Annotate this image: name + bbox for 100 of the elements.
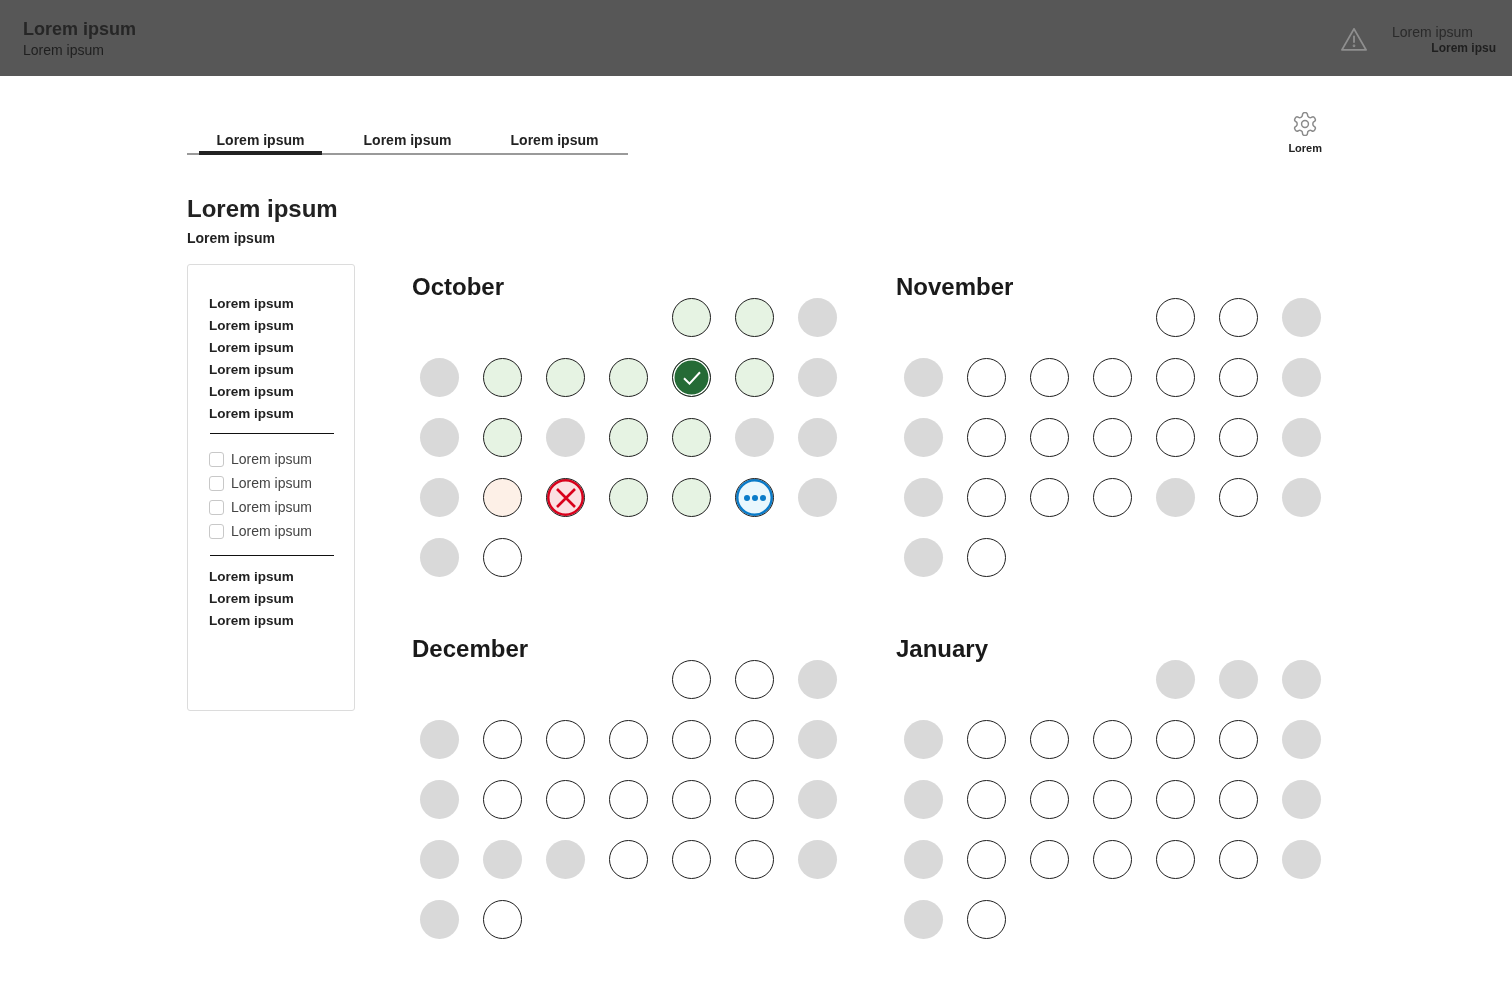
day-button[interactable] — [672, 840, 711, 879]
day-button[interactable] — [967, 418, 1006, 457]
day-button[interactable] — [609, 840, 648, 879]
app-subtitle: Lorem ipsum — [23, 41, 104, 60]
day-button[interactable] — [1156, 418, 1195, 457]
checkbox[interactable] — [209, 499, 224, 515]
day-button[interactable] — [1030, 720, 1069, 759]
unavailable-day — [904, 900, 943, 939]
sidebar-link[interactable]: Lorem ipsum — [209, 566, 294, 588]
checkbox-label[interactable]: Lorem ipsum — [231, 521, 312, 541]
day-button[interactable] — [735, 780, 774, 819]
day-button[interactable] — [735, 840, 774, 879]
day-button[interactable] — [1156, 720, 1195, 759]
day-button[interactable] — [609, 780, 648, 819]
day-button[interactable] — [1219, 780, 1258, 819]
checkbox[interactable] — [209, 475, 224, 491]
unavailable-day — [420, 538, 459, 577]
day-button[interactable] — [1156, 358, 1195, 397]
day-button[interactable] — [483, 720, 522, 759]
day-button[interactable] — [967, 780, 1006, 819]
day-button[interactable] — [1030, 780, 1069, 819]
sidebar-link[interactable]: Lorem ipsum — [209, 610, 294, 632]
day-button[interactable] — [967, 900, 1006, 939]
day-button[interactable] — [483, 478, 522, 517]
day-button[interactable] — [967, 478, 1006, 517]
day-button[interactable] — [1219, 298, 1258, 337]
unavailable-day — [1282, 418, 1321, 457]
sidebar-link[interactable]: Lorem ipsum — [209, 337, 294, 359]
day-button[interactable] — [672, 478, 711, 517]
day-button[interactable] — [967, 840, 1006, 879]
checkbox[interactable] — [209, 523, 224, 539]
day-button[interactable] — [672, 660, 711, 699]
sidebar-link[interactable]: Lorem ipsum — [209, 359, 294, 381]
day-button[interactable] — [735, 298, 774, 337]
sidebar-link[interactable]: Lorem ipsum — [209, 588, 294, 610]
day-button[interactable] — [483, 358, 522, 397]
day-button[interactable] — [609, 478, 648, 517]
day-button[interactable] — [1156, 840, 1195, 879]
day-button[interactable] — [672, 298, 711, 337]
sidebar-link[interactable]: Lorem ipsum — [209, 381, 294, 403]
checkbox-label[interactable]: Lorem ipsum — [231, 473, 312, 493]
day-button[interactable] — [967, 538, 1006, 577]
day-button[interactable] — [1219, 358, 1258, 397]
day-button[interactable] — [735, 660, 774, 699]
day-button[interactable] — [1093, 840, 1132, 879]
day-button[interactable] — [1219, 720, 1258, 759]
day-button[interactable] — [967, 358, 1006, 397]
sidebar-link[interactable]: Lorem ipsum — [209, 293, 294, 315]
day-button[interactable] — [1093, 478, 1132, 517]
unavailable-day — [1282, 720, 1321, 759]
day-button[interactable] — [546, 780, 585, 819]
day-button[interactable] — [546, 358, 585, 397]
checkbox-label[interactable]: Lorem ipsum — [231, 449, 312, 469]
checkbox[interactable] — [209, 451, 224, 467]
day-button[interactable] — [1093, 358, 1132, 397]
sidebar-link[interactable]: Lorem ipsum — [209, 403, 294, 425]
unavailable-day — [420, 418, 459, 457]
sidebar-link[interactable]: Lorem ipsum — [209, 315, 294, 337]
day-button[interactable] — [672, 720, 711, 759]
unavailable-day — [904, 538, 943, 577]
day-button[interactable] — [1093, 720, 1132, 759]
day-button[interactable] — [1030, 418, 1069, 457]
day-button[interactable] — [672, 780, 711, 819]
day-button[interactable] — [546, 478, 585, 517]
day-button[interactable] — [546, 720, 585, 759]
day-button[interactable] — [735, 478, 774, 517]
day-button[interactable] — [1030, 358, 1069, 397]
tab[interactable]: Lorem ipsum — [187, 125, 334, 155]
day-button[interactable] — [1030, 840, 1069, 879]
unavailable-day — [798, 720, 837, 759]
day-button[interactable] — [1219, 840, 1258, 879]
day-button[interactable] — [672, 358, 711, 397]
unavailable-day — [798, 358, 837, 397]
day-button[interactable] — [483, 538, 522, 577]
day-button[interactable] — [1093, 418, 1132, 457]
day-button[interactable] — [609, 418, 648, 457]
day-button[interactable] — [967, 720, 1006, 759]
unavailable-day — [1282, 358, 1321, 397]
settings-button[interactable]: Lorem — [1288, 112, 1322, 155]
day-button[interactable] — [1219, 418, 1258, 457]
day-button[interactable] — [483, 780, 522, 819]
day-button[interactable] — [1156, 780, 1195, 819]
tab[interactable]: Lorem ipsum — [481, 125, 628, 155]
day-button[interactable] — [672, 418, 711, 457]
day-button[interactable] — [1156, 298, 1195, 337]
day-button[interactable] — [1093, 780, 1132, 819]
day-button[interactable] — [1219, 478, 1258, 517]
unavailable-day — [546, 418, 585, 457]
day-button[interactable] — [609, 358, 648, 397]
day-button[interactable] — [483, 900, 522, 939]
day-button[interactable] — [1030, 478, 1069, 517]
day-button[interactable] — [735, 720, 774, 759]
checkbox-label[interactable]: Lorem ipsum — [231, 497, 312, 517]
unavailable-day — [1282, 478, 1321, 517]
day-button[interactable] — [609, 720, 648, 759]
day-button[interactable] — [483, 418, 522, 457]
check-icon — [682, 370, 701, 385]
tab[interactable]: Lorem ipsum — [334, 125, 481, 155]
unavailable-day — [904, 840, 943, 879]
day-button[interactable] — [735, 358, 774, 397]
